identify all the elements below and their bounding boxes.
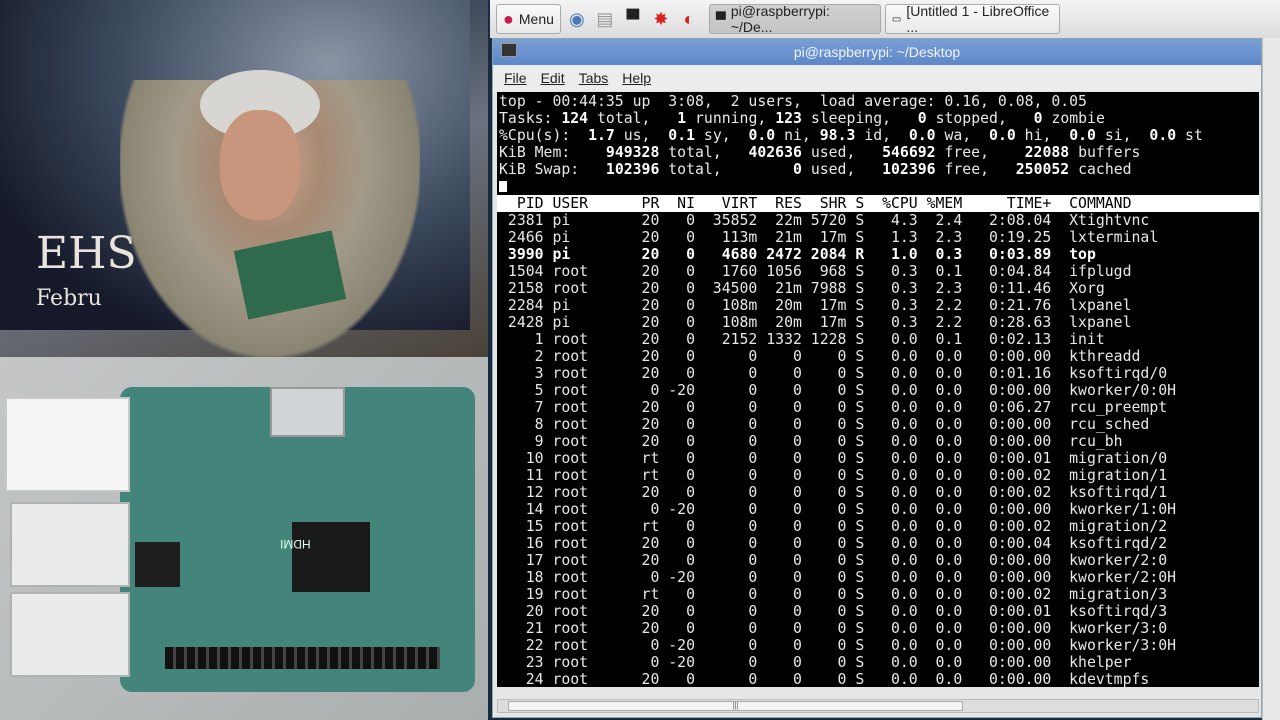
cursor-line — [499, 178, 1259, 195]
task-terminal[interactable]: ▀ pi@raspberrypi: ~/De... — [708, 3, 881, 35]
process-row: 2284 pi 20 0 108m 20m 17m S 0.3 2.2 0:21… — [499, 297, 1132, 314]
process-row: 24 root 20 0 0 0 0 S 0.0 0.0 0:00.00 kde… — [499, 671, 1150, 687]
process-row: 23 root 0 -20 0 0 0 S 0.0 0.0 0:00.00 kh… — [499, 654, 1132, 671]
usb-port — [10, 592, 130, 677]
board-label: HDMI — [280, 537, 311, 551]
process-table-header: PID USER PR NI VIRT RES SHR S %CPU %MEM … — [497, 195, 1259, 212]
menu-file[interactable]: File — [504, 70, 527, 86]
process-row: 21 root 20 0 0 0 0 S 0.0 0.0 0:00.00 kwo… — [499, 620, 1168, 637]
raspberry-pi-photo: HDMI — [0, 357, 488, 720]
hdmi-port — [270, 387, 345, 437]
horizontal-scrollbar[interactable]: ||| — [497, 699, 1259, 713]
process-row: 17 root 20 0 0 0 0 S 0.0 0.0 0:00.00 kwo… — [499, 552, 1168, 569]
scrollbar-thumb[interactable]: ||| — [508, 701, 963, 711]
terminal-output[interactable]: top - 00:44:35 up 3:08, 2 users, load av… — [497, 92, 1259, 687]
ethernet-port — [5, 397, 130, 492]
terminal-icon[interactable]: ▀ — [621, 7, 645, 31]
process-row: 14 root 0 -20 0 0 0 S 0.0 0.0 0:00.00 kw… — [499, 501, 1177, 518]
process-row: 12 root 20 0 0 0 0 S 0.0 0.0 0:00.02 kso… — [499, 484, 1168, 501]
process-row: 20 root 20 0 0 0 0 S 0.0 0.0 0:00.01 kso… — [499, 603, 1168, 620]
terminal-icon: ▀ — [715, 11, 726, 27]
vertical-scrollbar[interactable] — [1262, 38, 1280, 720]
top-summary-line: %Cpu(s): 1.7 us, 0.1 sy, 0.0 ni, 98.3 id… — [499, 127, 1203, 144]
top-summary-line: KiB Mem: 949328 total, 402636 used, 5466… — [499, 144, 1141, 161]
menu-tabs[interactable]: Tabs — [579, 70, 609, 86]
terminal-icon — [501, 43, 517, 57]
task-libreoffice[interactable]: ▭ [Untitled 1 - LibreOffice ... — [884, 3, 1060, 35]
wolfram-icon[interactable]: ◐ — [677, 7, 701, 31]
process-row: 10 root rt 0 0 0 0 S 0.0 0.0 0:00.01 mig… — [499, 450, 1168, 467]
process-row: 2158 root 20 0 34500 21m 7988 S 0.3 2.3 … — [499, 280, 1105, 297]
top-summary-line: KiB Swap: 102396 total, 0 used, 102396 f… — [499, 161, 1132, 178]
math-kernel-icon[interactable]: ✸ — [649, 7, 673, 31]
file-manager-icon[interactable]: ▤ — [593, 7, 617, 31]
gpio-header — [165, 647, 440, 669]
web-browser-icon[interactable]: ◉ — [565, 7, 589, 31]
presenter-face — [220, 110, 300, 220]
top-summary-line: top - 00:44:35 up 3:08, 2 users, load av… — [499, 93, 1087, 110]
process-row: 18 root 0 -20 0 0 0 S 0.0 0.0 0:00.00 kw… — [499, 569, 1177, 586]
process-row: 8 root 20 0 0 0 0 S 0.0 0.0 0:00.00 rcu_… — [499, 416, 1150, 433]
task-label: [Untitled 1 - LibreOffice ... — [906, 3, 1050, 35]
process-row: 5 root 0 -20 0 0 0 S 0.0 0.0 0:00.00 kwo… — [499, 382, 1177, 399]
menu-label: Menu — [518, 11, 554, 27]
menu-edit[interactable]: Edit — [541, 70, 565, 86]
menu-help[interactable]: Help — [622, 70, 651, 86]
process-row: 3 root 20 0 0 0 0 S 0.0 0.0 0:01.16 ksof… — [499, 365, 1168, 382]
process-row: 19 root rt 0 0 0 0 S 0.0 0.0 0:00.02 mig… — [499, 586, 1168, 603]
process-row: 3990 pi 20 0 4680 2472 2084 R 1.0 0.3 0:… — [499, 246, 1096, 263]
process-row: 2 root 20 0 0 0 0 S 0.0 0.0 0:00.00 kthr… — [499, 348, 1141, 365]
process-row: 9 root 20 0 0 0 0 S 0.0 0.0 0:00.00 rcu_… — [499, 433, 1123, 450]
process-row: 15 root rt 0 0 0 0 S 0.0 0.0 0:00.02 mig… — [499, 518, 1168, 535]
task-label: pi@raspberrypi: ~/De... — [730, 3, 830, 35]
process-row: 16 root 20 0 0 0 0 S 0.0 0.0 0:00.04 kso… — [499, 535, 1168, 552]
banner-subtext: Febru — [36, 286, 102, 311]
webcam-video: EHS Febru — [0, 0, 488, 357]
process-row: 1504 root 20 0 1760 1056 968 S 0.3 0.1 0… — [499, 263, 1132, 280]
process-row: 2466 pi 20 0 113m 21m 17m S 1.3 2.3 0:19… — [499, 229, 1159, 246]
cursor — [499, 181, 507, 192]
process-row: 7 root 20 0 0 0 0 S 0.0 0.0 0:06.27 rcu_… — [499, 399, 1168, 416]
soc-chip — [292, 522, 370, 592]
process-row: 11 root rt 0 0 0 0 S 0.0 0.0 0:00.02 mig… — [499, 467, 1168, 484]
lan-chip — [135, 542, 180, 587]
window-icon: ▭ — [891, 13, 902, 25]
process-row: 1 root 20 0 2152 1332 1228 S 0.0 0.1 0:0… — [499, 331, 1105, 348]
process-row: 2428 pi 20 0 108m 20m 17m S 0.3 2.2 0:28… — [499, 314, 1132, 331]
raspberry-icon: ● — [503, 8, 514, 29]
taskbar: ● Menu ◉ ▤ ▀ ✸ ◐ ▀ pi@raspberrypi: ~/De.… — [490, 0, 1280, 38]
usb-port — [10, 502, 130, 587]
process-row: 22 root 0 -20 0 0 0 S 0.0 0.0 0:00.00 kw… — [499, 637, 1177, 654]
process-row: 2381 pi 20 0 35852 22m 5720 S 4.3 2.4 2:… — [499, 212, 1150, 229]
window-titlebar[interactable]: pi@raspberrypi: ~/Desktop — [493, 39, 1261, 65]
menu-button[interactable]: ● Menu — [496, 4, 561, 34]
window-title: pi@raspberrypi: ~/Desktop — [793, 44, 961, 60]
menu-bar: File Edit Tabs Help — [493, 65, 1261, 91]
terminal-window: pi@raspberrypi: ~/Desktop File Edit Tabs… — [492, 38, 1262, 718]
top-summary-line: Tasks: 124 total, 1 running, 123 sleepin… — [499, 110, 1105, 127]
